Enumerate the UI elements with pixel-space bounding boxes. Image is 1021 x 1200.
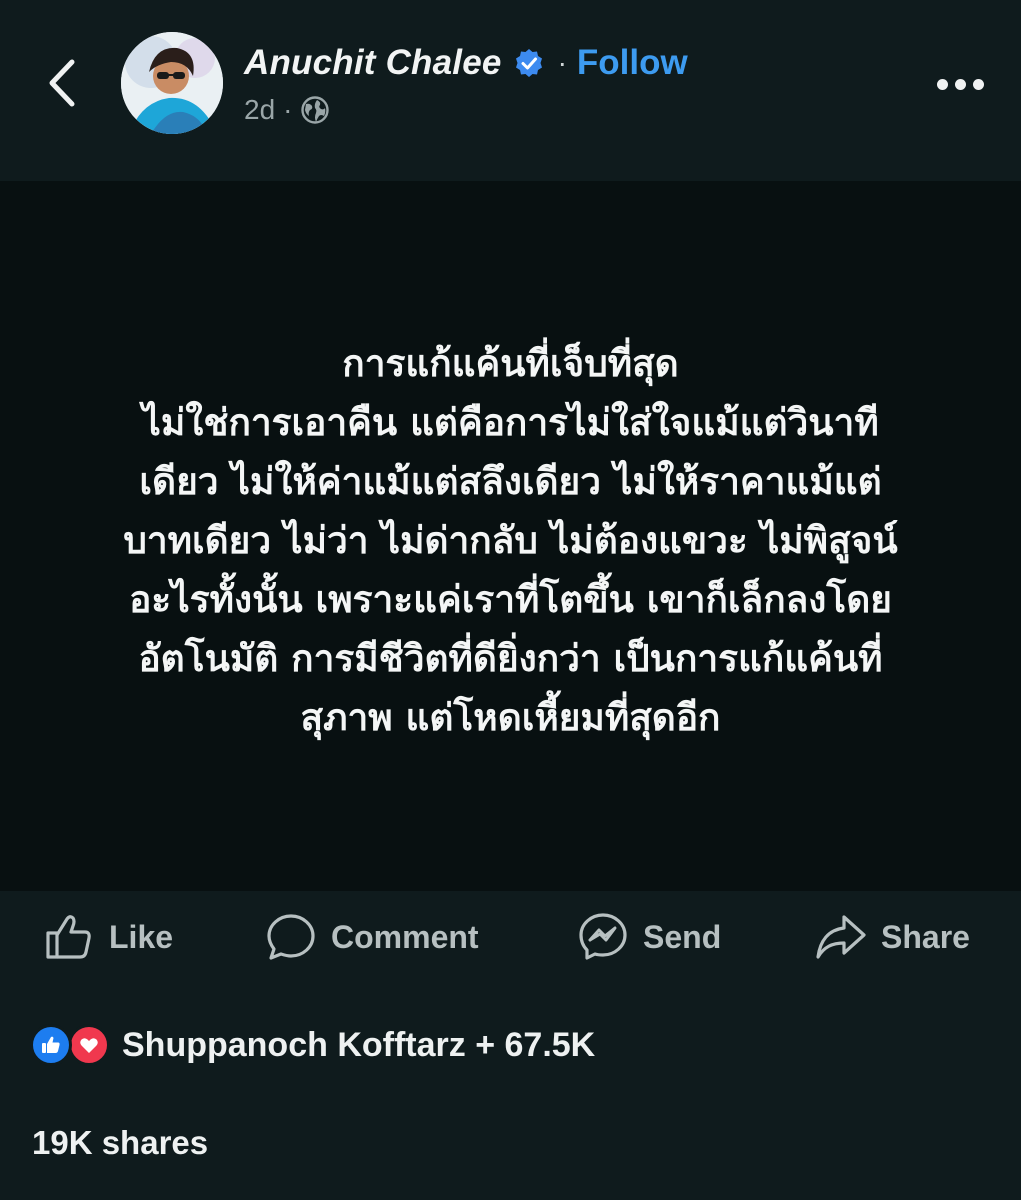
post-text: การแก้แค้นที่เจ็บที่สุด ไม่ใช่การเอาคืน … (123, 341, 898, 739)
share-count[interactable]: 19K shares (32, 1124, 208, 1162)
like-reaction-icon (30, 1024, 72, 1066)
like-label: Like (109, 918, 174, 955)
post-time[interactable]: 2d (244, 94, 275, 126)
more-dots-icon (972, 78, 984, 90)
more-dots-icon (954, 78, 966, 90)
reactions-summary[interactable]: Shuppanoch Kofftarz + 67.5K (30, 1022, 595, 1068)
send-label: Send (643, 918, 722, 955)
author-line: Anuchit Chalee · Follow (244, 40, 688, 86)
comment-button[interactable]: Comment (265, 911, 479, 963)
verified-badge-icon (515, 49, 542, 77)
share-button[interactable]: Share (815, 911, 970, 963)
post-meta: 2d · (244, 90, 330, 130)
more-dots-icon (936, 78, 948, 90)
post-actions-bar: Like Comment Send Share (0, 891, 1021, 1001)
author-name[interactable]: Anuchit Chalee (244, 43, 502, 83)
more-options-button[interactable] (930, 64, 990, 104)
like-button[interactable]: Like (43, 911, 173, 963)
reaction-icons (30, 1024, 114, 1066)
follow-button[interactable]: Follow (577, 43, 688, 83)
love-reaction-icon (68, 1024, 110, 1066)
thumbs-up-icon (46, 915, 91, 959)
send-button[interactable]: Send (577, 911, 721, 963)
comment-bubble-icon (267, 914, 315, 960)
share-arrow-icon (816, 915, 866, 959)
reaction-summary-text: Shuppanoch Kofftarz + 67.5K (122, 1025, 596, 1064)
author-avatar[interactable] (121, 32, 223, 134)
post-header: Anuchit Chalee · Follow 2d · (0, 0, 1021, 180)
chevron-left-icon (49, 59, 75, 107)
meta-separator: · (283, 94, 293, 125)
post-content: การแก้แค้นที่เจ็บที่สุด ไม่ใช่การเอาคืน … (0, 181, 1021, 891)
globe-icon (301, 96, 330, 124)
separator-dot: · (557, 47, 567, 78)
share-label: Share (881, 918, 970, 955)
messenger-icon (579, 913, 627, 960)
back-button[interactable] (38, 52, 86, 114)
comment-label: Comment (331, 918, 479, 955)
